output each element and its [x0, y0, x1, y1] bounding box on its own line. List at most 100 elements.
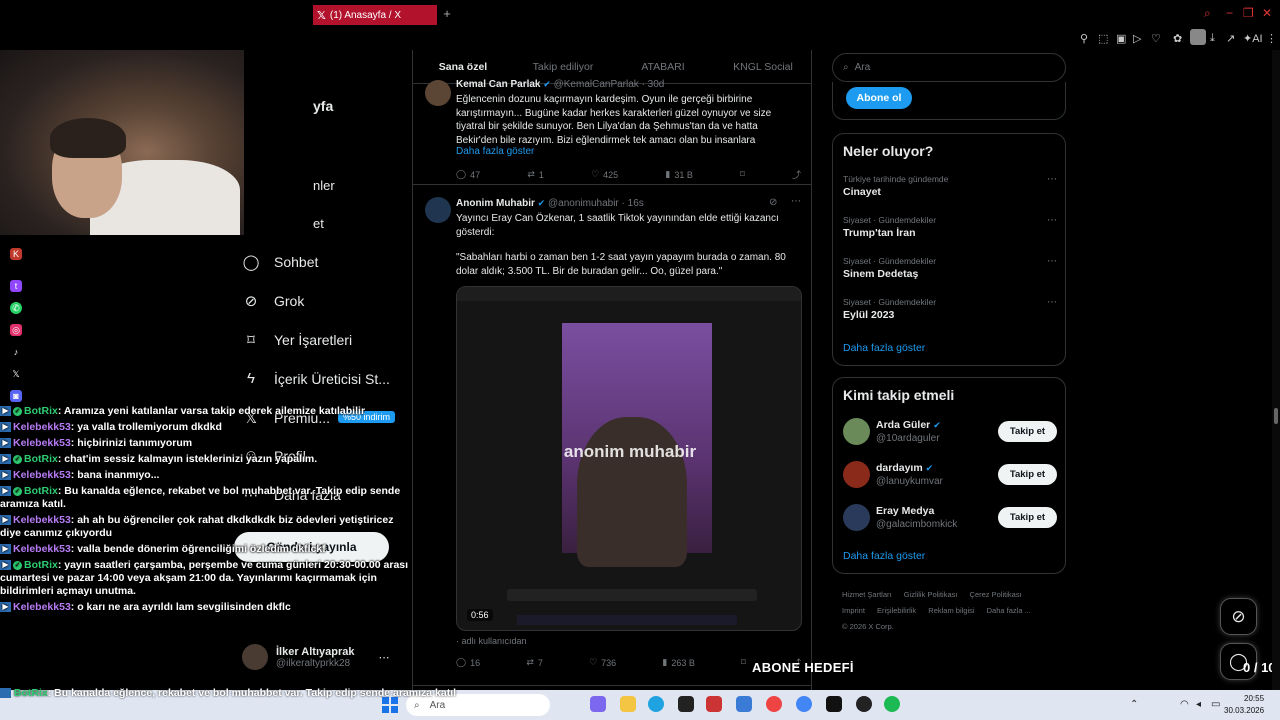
footer-link[interactable]: Gizlilik Politikası	[904, 590, 958, 599]
timeline: Sana özel Takip ediliyor ATABARI KNGL So…	[412, 50, 812, 690]
grok-floating-button[interactable]: ⊘	[1220, 598, 1257, 635]
nav-item-grok[interactable]: ⊘ Grok	[242, 292, 305, 310]
pin-icon[interactable]: ⚲	[1080, 32, 1088, 45]
close-icon[interactable]: ✕	[1262, 6, 1272, 20]
spotify-icon[interactable]	[884, 696, 900, 712]
edge-icon[interactable]	[648, 696, 664, 712]
repost-button[interactable]: ⇄ 1	[527, 168, 544, 181]
tweet-author[interactable]: Kemal Can Parlak	[456, 79, 541, 90]
follow-suggestion[interactable]: dardayım ✔ @lanuykumvar Takip et	[843, 461, 1057, 489]
nav-item-sohbet[interactable]: ◯ Sohbet	[242, 253, 319, 271]
footer-link[interactable]: Daha fazla ...	[987, 606, 1031, 615]
follow-suggestion[interactable]: Arda Güler ✔ @10ardaguler Takip et	[843, 418, 1057, 446]
share-icon[interactable]: ↗	[1226, 32, 1235, 45]
more-icon[interactable]: ⋯	[791, 196, 801, 207]
like-button[interactable]: ♡ 425	[591, 168, 618, 181]
app-icon[interactable]	[826, 696, 842, 712]
footer-link[interactable]: Çerez Politikası	[970, 590, 1022, 599]
reply-button[interactable]: ◯ 16	[456, 656, 480, 669]
show-more-link[interactable]: Daha fazla göster	[456, 146, 534, 157]
ai-icon[interactable]: ✦AI	[1243, 32, 1263, 45]
who-to-follow-show-more[interactable]: Daha fazla göster	[843, 550, 925, 562]
trend-item[interactable]: Siyaset · Gündemdekiler Sinem Dedetaş ⋯	[843, 256, 1057, 280]
nav-item-creator-studio[interactable]: ϟ İçerik Üreticisi St...	[242, 370, 390, 387]
wifi-icon[interactable]: ◠	[1180, 699, 1189, 710]
battery-icon[interactable]: ▭	[1211, 699, 1220, 710]
opera-icon[interactable]	[766, 696, 782, 712]
tweet-handle[interactable]: @KemalCanParlak · 30d	[554, 79, 665, 90]
like-button[interactable]: ♡ 736	[589, 656, 616, 669]
more-icon[interactable]: ⋯	[1047, 174, 1057, 185]
tweet[interactable]: Kemal Can Parlak ✔ @KemalCanParlak · 30d…	[413, 79, 811, 185]
subscribe-button[interactable]: Abone ol	[846, 87, 912, 109]
repost-button[interactable]: ⇄ 7	[526, 656, 543, 669]
minimize-icon[interactable]: −	[1226, 6, 1233, 20]
download-icon[interactable]: ⤓	[1210, 32, 1215, 45]
kick-icon[interactable]: K	[10, 248, 22, 260]
x-social-icon[interactable]: 𝕏	[10, 368, 22, 380]
who-to-follow-card: Kimi takip etmeli Arda Güler ✔ @10ardagu…	[832, 377, 1066, 574]
views-button[interactable]: ▮ 263 B	[662, 656, 694, 669]
nav-item-partial-2[interactable]: et	[313, 216, 324, 231]
footer-link[interactable]: Reklam bilgisi	[928, 606, 974, 615]
trend-item[interactable]: Siyaset · Gündemdekiler Eylül 2023 ⋯	[843, 297, 1057, 321]
account-switcher[interactable]: İlker Altıyaprak @ilkeraltyprkk28 ⋯	[242, 644, 389, 670]
crop-icon[interactable]: ⬚	[1098, 32, 1108, 45]
extensions-icon[interactable]: ✿	[1173, 32, 1182, 45]
trend-item[interactable]: Türkiye tarihinde gündemde Cinayet ⋯	[843, 174, 1057, 198]
follow-button[interactable]: Takip et	[998, 507, 1057, 528]
more-icon[interactable]: ⋯	[1047, 256, 1057, 267]
tweet-author[interactable]: Anonim Muhabir	[456, 198, 535, 209]
tweet[interactable]: Anonim Muhabir ✔ @anonimuhabir · 16s ⊘ ⋯…	[413, 186, 811, 686]
follow-button[interactable]: Takip et	[998, 421, 1057, 442]
app-icon[interactable]	[678, 696, 694, 712]
tweet-handle[interactable]: @anonimuhabir · 16s	[548, 198, 644, 209]
search-icon[interactable]: ⌕	[1204, 6, 1211, 21]
profile-avatar[interactable]	[1190, 29, 1206, 45]
nav-item-partial-1[interactable]: nler	[313, 178, 335, 193]
heart-icon[interactable]: ♡	[1151, 32, 1161, 45]
new-tab-button[interactable]: +	[440, 6, 454, 22]
speaker-icon[interactable]: ◂	[1196, 699, 1201, 710]
app-icon[interactable]	[856, 696, 872, 712]
share-button[interactable]: ⤴	[792, 168, 801, 181]
chevron-up-icon[interactable]: ⌃	[1130, 699, 1138, 710]
reply-button[interactable]: ◯ 47	[456, 168, 480, 181]
copilot-icon[interactable]	[590, 696, 606, 712]
file-explorer-icon[interactable]	[620, 696, 636, 712]
follow-suggestion[interactable]: Eray Medya @galacimbomkick Takip et	[843, 504, 1057, 532]
whatsapp-icon[interactable]: ✆	[10, 302, 22, 314]
footer-link[interactable]: Hizmet Şartları	[842, 590, 892, 599]
tab-kngl-social[interactable]: KNGL Social	[713, 50, 811, 83]
instagram-icon[interactable]: ◎	[10, 324, 22, 336]
footer-link[interactable]: Erişilebilirlik	[877, 606, 916, 615]
trends-show-more[interactable]: Daha fazla göster	[843, 342, 925, 354]
discord-icon[interactable]: ◙	[10, 390, 22, 402]
more-icon[interactable]: ⋯	[1047, 215, 1057, 226]
screenshot-icon[interactable]: ▣	[1116, 32, 1126, 45]
tweet-video[interactable]: anonim muhabir 0:56	[456, 286, 802, 631]
more-icon[interactable]: ⋯	[1047, 297, 1057, 308]
scrollbar-thumb[interactable]	[1274, 408, 1278, 424]
chat-line: ▶ Kelebekk53: valla bende dönerim öğrenci…	[0, 543, 410, 556]
menu-icon[interactable]: ⋮	[1266, 32, 1277, 45]
bookmark-button[interactable]: ⌑	[740, 168, 745, 181]
views-button[interactable]: ▮ 31 B	[665, 168, 692, 181]
twitch-icon[interactable]: t	[10, 280, 22, 292]
chrome-icon[interactable]	[796, 696, 812, 712]
app-icon[interactable]	[706, 696, 722, 712]
taskbar-clock[interactable]: 20:55 30.03.2026	[1224, 693, 1264, 717]
trend-item[interactable]: Siyaset · Gündemdekiler Trump'tan İran ⋯	[843, 215, 1057, 239]
footer-link[interactable]: Imprint	[842, 606, 865, 615]
follow-button[interactable]: Takip et	[998, 464, 1057, 485]
bookmark-button[interactable]: ⌑	[741, 656, 746, 669]
tiktok-icon[interactable]: ♪	[10, 346, 22, 358]
browser-tab[interactable]: 𝕏 (1) Anasayfa / X	[313, 5, 437, 25]
app-icon[interactable]	[736, 696, 752, 712]
play-icon[interactable]: ▷	[1133, 32, 1141, 45]
search-input[interactable]: ⌕ Ara	[832, 53, 1066, 82]
nav-item-bookmarks[interactable]: ⌑ Yer İşaretleri	[242, 331, 352, 349]
maximize-icon[interactable]: ❐	[1243, 6, 1254, 20]
page-scrollbar[interactable]	[1272, 50, 1280, 690]
grok-icon[interactable]: ⊘	[769, 197, 777, 208]
